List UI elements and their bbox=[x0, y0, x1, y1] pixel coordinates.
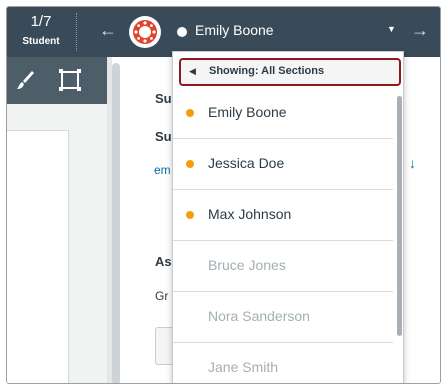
previous-student-arrow-icon[interactable]: ← bbox=[99, 18, 117, 42]
chevron-down-icon[interactable]: ▼ bbox=[387, 24, 396, 34]
student-count-label: Student bbox=[22, 36, 60, 47]
student-count: 1/7 bbox=[30, 13, 52, 30]
chevron-left-icon: ◀ bbox=[189, 66, 196, 76]
submission-file-link[interactable]: em bbox=[154, 163, 171, 177]
dropdown-scrollbar[interactable] bbox=[397, 96, 402, 336]
student-option-name: Max Johnson bbox=[208, 206, 292, 222]
document-page bbox=[7, 130, 69, 383]
assessment-heading: As bbox=[155, 254, 172, 269]
submission-heading: Su bbox=[155, 91, 172, 106]
header-divider bbox=[76, 13, 77, 51]
submission-status-dot bbox=[186, 211, 194, 219]
select-region-icon[interactable] bbox=[59, 69, 81, 91]
canvas-logo-icon bbox=[129, 16, 161, 48]
student-option-name: Emily Boone bbox=[208, 104, 287, 120]
grade-label: Gr bbox=[155, 289, 169, 303]
submission-subheading: Su bbox=[155, 129, 172, 144]
student-dropdown: ◀ Showing: All Sections Emily Boone Jess… bbox=[172, 51, 404, 383]
section-filter-button[interactable]: ◀ Showing: All Sections bbox=[179, 58, 401, 86]
student-option[interactable]: Jane Smith bbox=[173, 343, 393, 383]
next-student-arrow-icon[interactable]: → bbox=[411, 18, 429, 42]
download-icon[interactable]: ↓ bbox=[409, 155, 416, 171]
submission-status-dot bbox=[177, 27, 187, 37]
student-option[interactable]: Emily Boone bbox=[173, 88, 393, 139]
student-option[interactable]: Bruce Jones bbox=[173, 241, 393, 292]
student-option-name: Jessica Doe bbox=[208, 155, 285, 171]
student-option[interactable]: Jessica Doe bbox=[173, 139, 393, 190]
paintbrush-icon[interactable] bbox=[15, 69, 35, 96]
header-bar: 1/7 Student ← Emily Boone ▼ → bbox=[7, 7, 440, 57]
resize-handle[interactable] bbox=[112, 63, 120, 383]
section-filter-label: Showing: All Sections bbox=[209, 65, 325, 77]
submission-status-dot bbox=[186, 109, 194, 117]
speedgrader-window: 1/7 Student ← Emily Boone ▼ → Su Su em ↓… bbox=[6, 6, 441, 384]
student-option[interactable]: Nora Sanderson bbox=[173, 292, 393, 343]
current-student-name[interactable]: Emily Boone bbox=[195, 22, 274, 38]
student-option-name: Bruce Jones bbox=[208, 257, 286, 273]
submission-status-dot bbox=[186, 160, 194, 168]
student-counter: 1/7 Student bbox=[7, 7, 75, 57]
annotation-toolbar bbox=[7, 57, 107, 104]
student-option[interactable]: Max Johnson bbox=[173, 190, 393, 241]
student-option-name: Jane Smith bbox=[208, 359, 279, 375]
student-option-name: Nora Sanderson bbox=[208, 308, 310, 324]
